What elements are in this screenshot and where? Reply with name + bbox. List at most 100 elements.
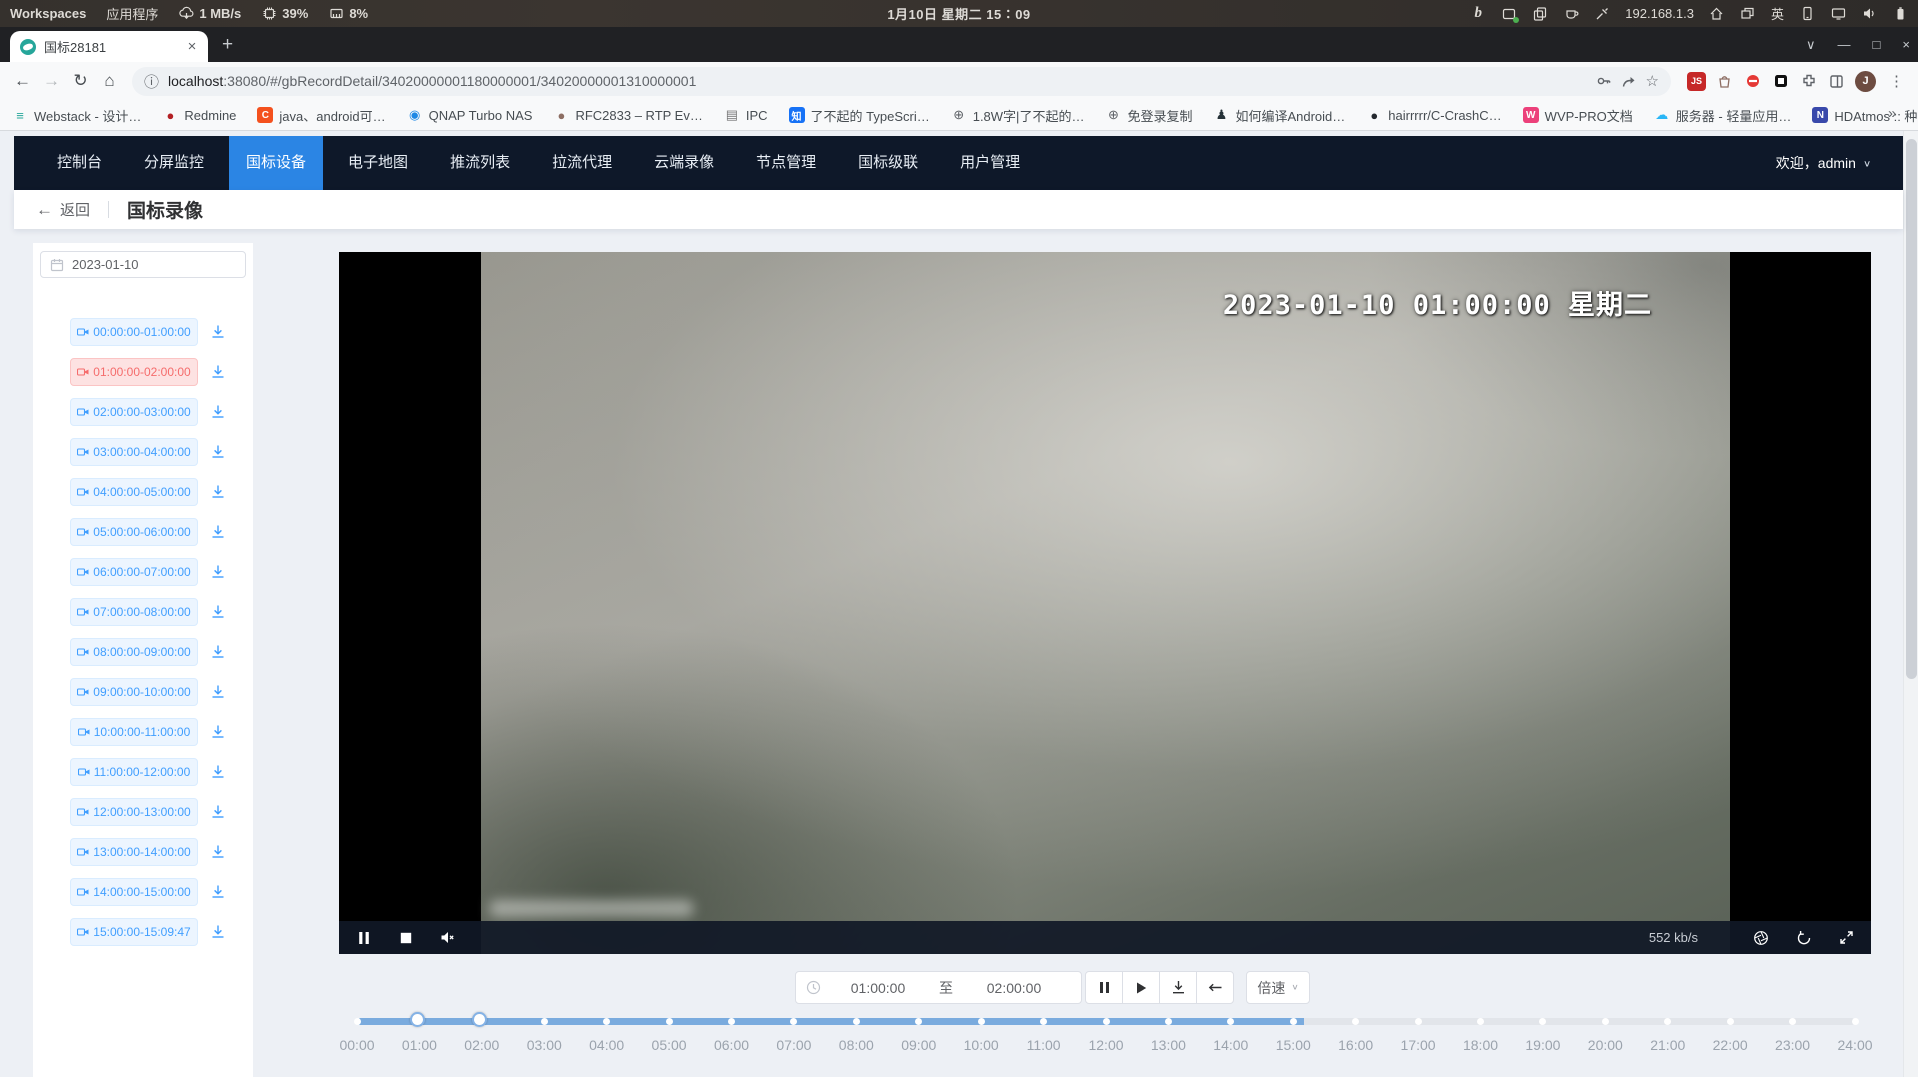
memory-usage-indicator[interactable]: 8% (328, 6, 368, 22)
pause-button[interactable] (1085, 971, 1123, 1004)
segment-download-button[interactable] (207, 521, 229, 543)
fullscreen-icon[interactable] (1838, 929, 1855, 946)
bookmark-item[interactable]: ▤ IPC (724, 107, 768, 123)
network-speed-indicator[interactable]: 1 MB/s (178, 6, 241, 22)
password-key-icon[interactable] (1596, 73, 1612, 89)
segment-play-button[interactable]: 06:00:00-07:00:00 (70, 558, 198, 586)
bookmark-item[interactable]: ☁ 服务器 - 轻量应用… (1654, 106, 1792, 125)
segment-download-button[interactable] (207, 401, 229, 423)
player-stop-icon[interactable] (397, 929, 414, 946)
bookmark-item[interactable]: ● Redmine (162, 107, 236, 123)
segment-download-button[interactable] (207, 481, 229, 503)
bookmark-item[interactable]: ⊕ 1.8W字|了不起的… (951, 106, 1085, 125)
nav-menu-item[interactable]: 国标设备 (229, 136, 323, 190)
tab-manager-extension-icon[interactable] (1827, 72, 1846, 91)
window-minimize-button[interactable]: — (1838, 37, 1851, 52)
nav-menu-item[interactable]: 拉流代理 (535, 136, 629, 190)
play-button[interactable] (1122, 971, 1160, 1004)
player-mute-icon[interactable] (439, 929, 456, 946)
segment-play-button[interactable]: 04:00:00-05:00:00 (70, 478, 198, 506)
bookmark-item[interactable]: ≡ Webstack - 设计… (12, 106, 141, 125)
scrollbar-thumb[interactable] (1906, 139, 1917, 679)
extensions-puzzle-icon[interactable] (1799, 72, 1818, 91)
profile-avatar[interactable]: J (1855, 71, 1876, 92)
range-start-time[interactable]: 01:00:00 (821, 980, 935, 996)
back-button[interactable]: ← (10, 69, 35, 94)
address-bar[interactable]: ⓘ localhost:38080/#/gbRecordDetail/34020… (132, 67, 1671, 96)
bookmark-item[interactable]: 知 了不起的 TypeScri… (789, 106, 930, 125)
segment-download-button[interactable] (207, 841, 229, 863)
bookmark-item[interactable]: C java、android可… (257, 106, 385, 125)
segment-play-button[interactable]: 10:00:00-11:00:00 (70, 718, 198, 746)
workspaces-button[interactable]: Workspaces (10, 6, 86, 21)
dark-reader-extension-icon[interactable] (1771, 72, 1790, 91)
nav-menu-item[interactable]: 节点管理 (739, 136, 833, 190)
bookmark-item[interactable]: ◉ QNAP Turbo NAS (407, 107, 533, 123)
window-maximize-button[interactable]: □ (1873, 37, 1881, 52)
bookmark-item[interactable]: ⊕ 免登录复制 (1105, 106, 1192, 125)
copy-tray-icon[interactable] (1532, 6, 1548, 22)
page-info-icon[interactable]: ⓘ (144, 71, 159, 92)
volume-tray-icon[interactable] (1861, 6, 1877, 22)
bookmark-item[interactable]: ♟ 如何编译Android… (1213, 106, 1345, 125)
segment-download-button[interactable] (207, 321, 229, 343)
windows-stack-tray-icon[interactable] (1740, 6, 1756, 22)
segment-download-button[interactable] (207, 641, 229, 663)
segment-download-button[interactable] (207, 721, 229, 743)
nav-menu-item[interactable]: 电子地图 (331, 136, 425, 190)
video-player[interactable]: 2023-01-10 01:00:00 星期二 552 kb/s (339, 252, 1871, 954)
segment-play-button[interactable]: 03:00:00-04:00:00 (70, 438, 198, 466)
bookmark-item[interactable]: W WVP-PRO文档 (1523, 106, 1633, 125)
input-method-indicator[interactable]: 英 (1771, 4, 1784, 23)
share-icon[interactable] (1621, 73, 1637, 89)
segment-download-button[interactable] (207, 921, 229, 943)
segment-play-button[interactable]: 13:00:00-14:00:00 (70, 838, 198, 866)
segment-play-button[interactable]: 14:00:00-15:00:00 (70, 878, 198, 906)
segment-download-button[interactable] (207, 881, 229, 903)
player-pause-icon[interactable] (355, 929, 372, 946)
timeline-recorded-track[interactable] (357, 1018, 1304, 1025)
page-scrollbar[interactable] (1903, 131, 1918, 1077)
phone-link-tray-icon[interactable] (1799, 6, 1815, 22)
clock[interactable]: 1月10日 星期二 15∶09 (887, 4, 1030, 23)
segment-play-button[interactable]: 02:00:00-03:00:00 (70, 398, 198, 426)
range-end-time[interactable]: 02:00:00 (957, 980, 1071, 996)
blocker-extension-icon[interactable] (1743, 72, 1762, 91)
segment-download-button[interactable] (207, 761, 229, 783)
screenshot-app-icon[interactable] (1501, 6, 1517, 22)
segment-play-button[interactable]: 09:00:00-10:00:00 (70, 678, 198, 706)
nav-menu-item[interactable]: 国标级联 (841, 136, 935, 190)
segment-download-button[interactable] (207, 601, 229, 623)
back-link[interactable]: ← 返回 (36, 199, 90, 220)
nav-menu-item[interactable]: 云端录像 (637, 136, 731, 190)
segment-play-button[interactable]: 15:00:00-15:09:47 (70, 918, 198, 946)
bing-tray-icon[interactable]: b (1470, 6, 1486, 22)
segment-download-button[interactable] (207, 361, 229, 383)
segment-download-button[interactable] (207, 561, 229, 583)
tab-close-icon[interactable]: × (184, 38, 200, 55)
reload-button[interactable]: ↻ (68, 69, 93, 94)
ip-address-indicator[interactable]: 192.168.1.3 (1625, 6, 1694, 21)
nav-menu-item[interactable]: 推流列表 (433, 136, 527, 190)
bookmark-star-icon[interactable]: ☆ (1646, 72, 1659, 90)
segment-play-button[interactable]: 12:00:00-13:00:00 (70, 798, 198, 826)
bookmarks-overflow-chevron[interactable]: » (1888, 105, 1902, 122)
browser-menu-icon[interactable]: ⋮ (1885, 72, 1908, 90)
bag-extension-icon[interactable] (1715, 72, 1734, 91)
bookmark-item[interactable]: ● hairrrrr/C-CrashC… (1366, 107, 1501, 123)
segment-download-button[interactable] (207, 441, 229, 463)
battery-tray-icon[interactable] (1892, 6, 1908, 22)
new-tab-button[interactable]: + (222, 35, 233, 54)
display-tray-icon[interactable] (1830, 6, 1846, 22)
segment-play-button[interactable]: 05:00:00-06:00:00 (70, 518, 198, 546)
color-picker-tray-icon[interactable] (1594, 6, 1610, 22)
segment-play-button[interactable]: 07:00:00-08:00:00 (70, 598, 198, 626)
cpu-usage-indicator[interactable]: 39% (261, 6, 308, 22)
player-refresh-icon[interactable] (1795, 929, 1812, 946)
home-button[interactable]: ⌂ (97, 69, 122, 94)
forward-button[interactable]: → (39, 69, 64, 94)
playback-speed-dropdown[interactable]: 倍速 ∨ (1246, 971, 1310, 1004)
download-button[interactable] (1159, 971, 1197, 1004)
window-close-button[interactable]: × (1902, 37, 1910, 52)
browser-tab[interactable]: 国标28181 × (10, 31, 208, 62)
